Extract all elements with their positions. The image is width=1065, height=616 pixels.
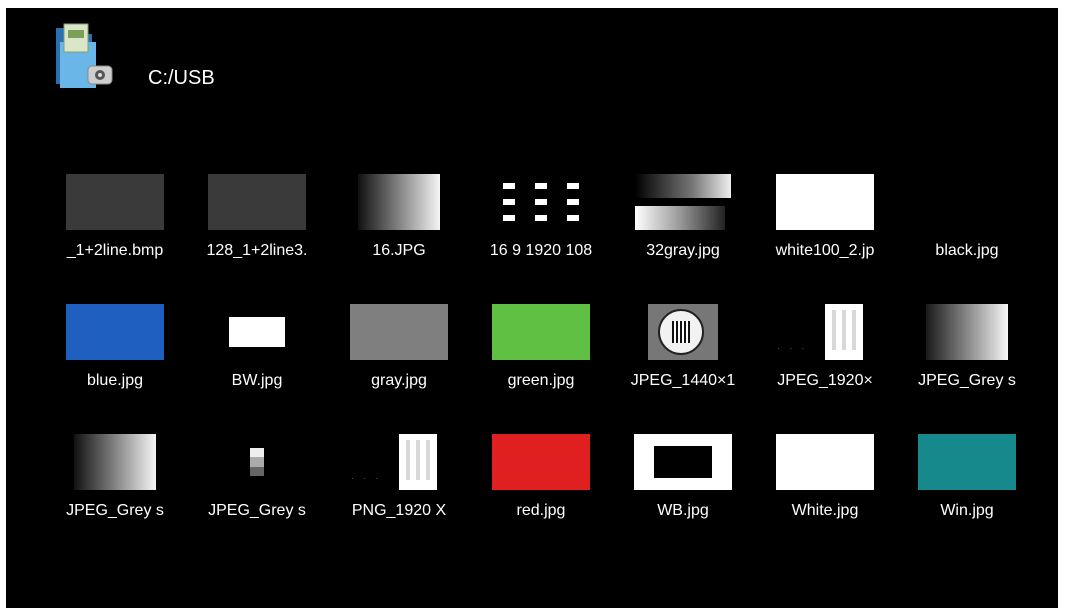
file-name: WB.jpg <box>657 502 709 519</box>
file-name: JPEG_Grey s <box>918 372 1016 389</box>
file-thumbnail <box>754 172 896 232</box>
file-name: BW.jpg <box>231 372 283 389</box>
file-name: red.jpg <box>516 502 566 519</box>
file-thumbnail <box>612 432 754 492</box>
file-thumbnail <box>896 172 1038 232</box>
file-name: _1+2line.bmp <box>66 242 164 259</box>
file-thumbnail <box>44 172 186 232</box>
file-grid: _1+2line.bmp 128_1+2line3. 16.JPG 16 9 1920… <box>44 172 1038 562</box>
file-name: JPEG_1920× <box>777 372 873 389</box>
file-thumbnail <box>328 172 470 232</box>
file-item[interactable]: 16.JPG <box>328 172 470 302</box>
file-item[interactable]: White.jpg <box>754 432 896 562</box>
file-item[interactable]: JPEG_Grey s <box>186 432 328 562</box>
file-name: green.jpg <box>507 372 575 389</box>
file-thumbnail <box>612 172 754 232</box>
file-item[interactable]: blue.jpg <box>44 302 186 432</box>
file-item[interactable]: JPEG_Grey s <box>896 302 1038 432</box>
file-item[interactable]: WB.jpg <box>612 432 754 562</box>
file-name: black.jpg <box>935 242 999 259</box>
file-thumbnail: · · · <box>754 302 896 362</box>
file-item[interactable]: _1+2line.bmp <box>44 172 186 302</box>
usb-folder-icon <box>52 22 116 90</box>
file-name: Win.jpg <box>940 502 994 519</box>
file-name: blue.jpg <box>86 372 144 389</box>
file-name: 128_1+2line3. <box>206 242 308 259</box>
file-thumbnail <box>470 172 612 232</box>
file-name: PNG_1920 X <box>351 502 447 519</box>
header: C:/USB <box>52 22 552 92</box>
file-thumbnail <box>470 432 612 492</box>
file-thumbnail <box>44 302 186 362</box>
file-thumbnail <box>470 302 612 362</box>
media-browser-screen: C:/USB _1+2line.bmp 128_1+2line3. 16.JPG 16… <box>6 8 1058 608</box>
file-name: 32gray.jpg <box>646 242 720 259</box>
file-thumbnail <box>754 432 896 492</box>
file-thumbnail <box>328 302 470 362</box>
file-item[interactable]: white100_2.jp <box>754 172 896 302</box>
file-item[interactable]: · · · PNG_1920 X <box>328 432 470 562</box>
file-thumbnail <box>44 432 186 492</box>
current-path: C:/USB <box>148 67 215 89</box>
file-item[interactable]: JPEG_Grey s <box>44 432 186 562</box>
file-item[interactable]: red.jpg <box>470 432 612 562</box>
file-item[interactable]: JPEG_1440×1 <box>612 302 754 432</box>
file-name: gray.jpg <box>371 372 427 389</box>
file-name: White.jpg <box>791 502 859 519</box>
file-item[interactable]: BW.jpg <box>186 302 328 432</box>
file-name: 16 9 1920 108 <box>489 242 593 259</box>
file-name: white100_2.jp <box>775 242 875 259</box>
file-thumbnail: · · · <box>328 432 470 492</box>
file-item[interactable]: green.jpg <box>470 302 612 432</box>
file-item[interactable]: · · · JPEG_1920× <box>754 302 896 432</box>
file-thumbnail <box>186 432 328 492</box>
file-thumbnail <box>896 432 1038 492</box>
file-item[interactable]: black.jpg <box>896 172 1038 302</box>
file-name: JPEG_Grey s <box>208 502 306 519</box>
file-item[interactable]: Win.jpg <box>896 432 1038 562</box>
file-thumbnail <box>186 302 328 362</box>
file-thumbnail <box>896 302 1038 362</box>
file-item[interactable]: gray.jpg <box>328 302 470 432</box>
file-item[interactable]: 32gray.jpg <box>612 172 754 302</box>
file-thumbnail <box>612 302 754 362</box>
file-name: JPEG_Grey s <box>66 502 164 519</box>
file-name: JPEG_1440×1 <box>630 372 736 389</box>
file-name: 16.JPG <box>372 242 426 259</box>
file-thumbnail <box>186 172 328 232</box>
file-item[interactable]: 16 9 1920 108 <box>470 172 612 302</box>
file-item[interactable]: 128_1+2line3. <box>186 172 328 302</box>
